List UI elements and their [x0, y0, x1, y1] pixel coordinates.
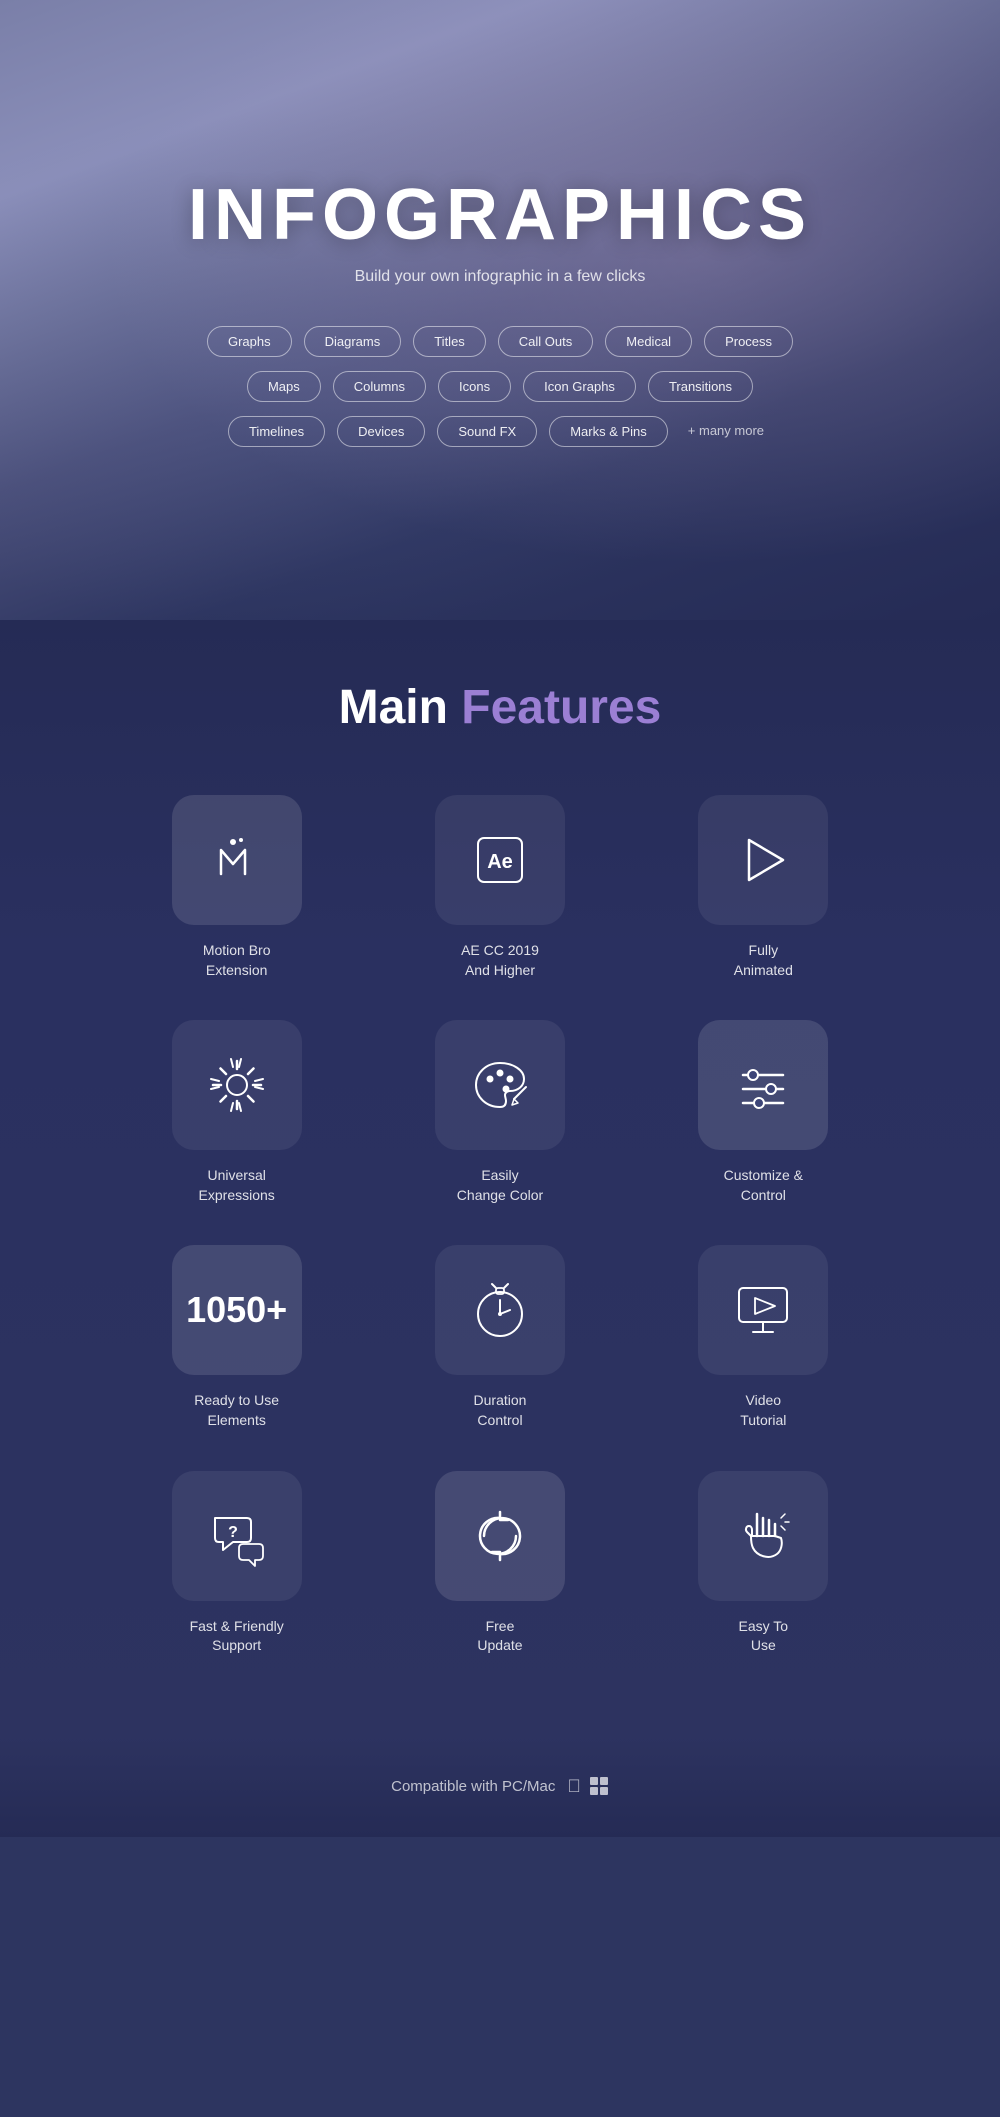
feature-change-color: EasilyChange Color [383, 1020, 616, 1205]
universal-expressions-label: UniversalExpressions [199, 1166, 275, 1205]
features-grid: Motion BroExtension Ae AE CC 2019And Hig… [120, 795, 880, 1656]
compatible-section: Compatible with PC/Mac  [0, 1736, 1000, 1837]
feature-free-update: FreeUpdate [383, 1471, 616, 1656]
gear-icon-box [172, 1020, 302, 1150]
play-icon-box [698, 795, 828, 925]
update-icon [468, 1504, 532, 1568]
feature-fully-animated: FullyAnimated [647, 795, 880, 980]
feature-easy-to-use: Easy ToUse [647, 1471, 880, 1656]
feature-customize: Customize &Control [647, 1020, 880, 1205]
palette-icon [468, 1053, 532, 1117]
monitor-icon [731, 1278, 795, 1342]
elements-label: Ready to UseElements [194, 1391, 279, 1430]
update-icon-box [435, 1471, 565, 1601]
hero-title: INFOGRAPHICS [188, 174, 812, 256]
ae-icon: Ae [468, 828, 532, 892]
tags-more: + many more [680, 416, 772, 447]
hero-subtitle: Build your own infographic in a few clic… [355, 268, 646, 286]
elements-number: 1050+ [186, 1289, 287, 1331]
hand-icon-box [698, 1471, 828, 1601]
hand-icon [731, 1504, 795, 1568]
stopwatch-icon [468, 1278, 532, 1342]
svg-text:?: ? [228, 1524, 238, 1541]
section-title: Main Features [80, 680, 920, 735]
feature-universal-expressions: UniversalExpressions [120, 1020, 353, 1205]
tag-devices[interactable]: Devices [337, 416, 425, 447]
tag-diagrams[interactable]: Diagrams [304, 326, 402, 357]
tag-graphs[interactable]: Graphs [207, 326, 292, 357]
motion-bro-icon-box [172, 795, 302, 925]
sliders-icon-box [698, 1020, 828, 1150]
motion-bro-icon [205, 828, 269, 892]
feature-video-tutorial: VideoTutorial [647, 1245, 880, 1430]
section-title-accent: Features [461, 681, 661, 734]
ae-cc-label: AE CC 2019And Higher [461, 941, 539, 980]
section-title-main: Main [339, 681, 462, 734]
tag-columns[interactable]: Columns [333, 371, 426, 402]
tag-marks-pins[interactable]: Marks & Pins [549, 416, 668, 447]
video-tutorial-label: VideoTutorial [740, 1391, 786, 1430]
compatible-icons:  [567, 1776, 609, 1797]
tag-titles[interactable]: Titles [413, 326, 486, 357]
tag-process[interactable]: Process [704, 326, 793, 357]
friendly-support-label: Fast & FriendlySupport [190, 1617, 284, 1656]
change-color-label: EasilyChange Color [457, 1166, 543, 1205]
tag-medical[interactable]: Medical [605, 326, 692, 357]
free-update-label: FreeUpdate [477, 1617, 522, 1656]
support-icon: ? [205, 1504, 269, 1568]
tag-icons[interactable]: Icons [438, 371, 511, 402]
monitor-icon-box [698, 1245, 828, 1375]
compatible-text: Compatible with PC/Mac [391, 1778, 555, 1795]
tags-row-1: Graphs Diagrams Titles Call Outs Medical… [207, 326, 793, 357]
tag-callouts[interactable]: Call Outs [498, 326, 593, 357]
svg-text:Ae: Ae [487, 851, 513, 873]
ae-icon-box: Ae [435, 795, 565, 925]
tags-section: Graphs Diagrams Titles Call Outs Medical… [207, 326, 793, 447]
palette-icon-box [435, 1020, 565, 1150]
tag-timelines[interactable]: Timelines [228, 416, 325, 447]
feature-friendly-support: ? Fast & FriendlySupport [120, 1471, 353, 1656]
apple-icon:  [567, 1776, 581, 1797]
number-icon-box: 1050+ [172, 1245, 302, 1375]
tag-icon-graphs[interactable]: Icon Graphs [523, 371, 636, 402]
easy-to-use-label: Easy ToUse [739, 1617, 789, 1656]
tags-row-3: Timelines Devices Sound FX Marks & Pins … [228, 416, 772, 447]
tag-maps[interactable]: Maps [247, 371, 321, 402]
support-icon-box: ? [172, 1471, 302, 1601]
feature-duration: DurationControl [383, 1245, 616, 1430]
gear-icon [205, 1053, 269, 1117]
feature-ae-cc: Ae AE CC 2019And Higher [383, 795, 616, 980]
stopwatch-icon-box [435, 1245, 565, 1375]
features-section: Main Features Motion BroExtension Ae [0, 620, 1000, 1736]
tags-row-2: Maps Columns Icons Icon Graphs Transitio… [247, 371, 753, 402]
tag-transitions[interactable]: Transitions [648, 371, 753, 402]
sliders-icon [731, 1053, 795, 1117]
play-icon [731, 828, 795, 892]
tag-sound-fx[interactable]: Sound FX [437, 416, 537, 447]
motion-bro-label: Motion BroExtension [203, 941, 271, 980]
feature-motion-bro: Motion BroExtension [120, 795, 353, 980]
duration-label: DurationControl [474, 1391, 527, 1430]
hero-section: INFOGRAPHICS Build your own infographic … [0, 0, 1000, 620]
feature-elements: 1050+ Ready to UseElements [120, 1245, 353, 1430]
fully-animated-label: FullyAnimated [734, 941, 793, 980]
windows-icon [589, 1776, 609, 1796]
customize-label: Customize &Control [724, 1166, 803, 1205]
